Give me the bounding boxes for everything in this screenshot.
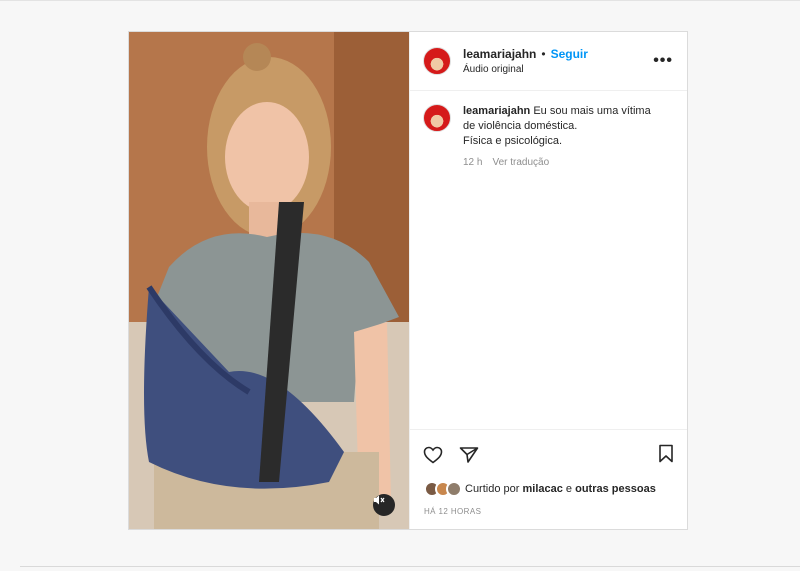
separator-dot: • xyxy=(541,47,546,61)
comments-section: leamariajahn Eu sou mais uma vítima de v… xyxy=(410,91,687,429)
likes-connector: e xyxy=(565,483,573,495)
likes-prefix: Curtido por xyxy=(465,483,520,495)
page-top-divider xyxy=(0,0,800,1)
audio-link[interactable]: Áudio original xyxy=(463,64,588,75)
action-bar xyxy=(410,429,687,479)
caption-username[interactable]: leamariajahn xyxy=(463,105,530,117)
follow-button[interactable]: Seguir xyxy=(551,47,588,61)
caption-avatar[interactable] xyxy=(423,104,451,132)
post-sidebar: leamariajahn • Seguir Áudio original •••… xyxy=(409,32,687,529)
likes-others-link[interactable]: outras pessoas xyxy=(575,483,656,495)
liker-username[interactable]: milacac xyxy=(522,483,562,495)
caption-time[interactable]: 12 h xyxy=(463,155,482,170)
page-bottom-divider xyxy=(20,566,800,567)
video-frame xyxy=(129,32,409,529)
caption-text-line2: Física e psicológica. xyxy=(463,135,563,147)
avatar[interactable] xyxy=(423,47,451,75)
translate-link[interactable]: Ver tradução xyxy=(492,155,549,170)
liker-avatars[interactable] xyxy=(424,481,462,497)
mute-button[interactable] xyxy=(373,494,395,516)
post-card: leamariajahn • Seguir Áudio original •••… xyxy=(128,31,688,530)
heart-icon[interactable] xyxy=(423,446,443,464)
username-link[interactable]: leamariajahn xyxy=(463,47,536,61)
share-icon[interactable] xyxy=(459,446,479,464)
caption: leamariajahn Eu sou mais uma vítima de v… xyxy=(423,104,673,170)
mute-icon xyxy=(374,495,385,505)
post-header: leamariajahn • Seguir Áudio original ••• xyxy=(410,32,687,91)
bookmark-icon[interactable] xyxy=(658,444,674,463)
likes-row: Curtido por milacac e outras pessoas xyxy=(410,479,687,499)
more-icon[interactable]: ••• xyxy=(653,52,673,70)
post-video[interactable] xyxy=(129,32,409,529)
post-timestamp[interactable]: HÁ 12 HORAS xyxy=(410,499,687,529)
